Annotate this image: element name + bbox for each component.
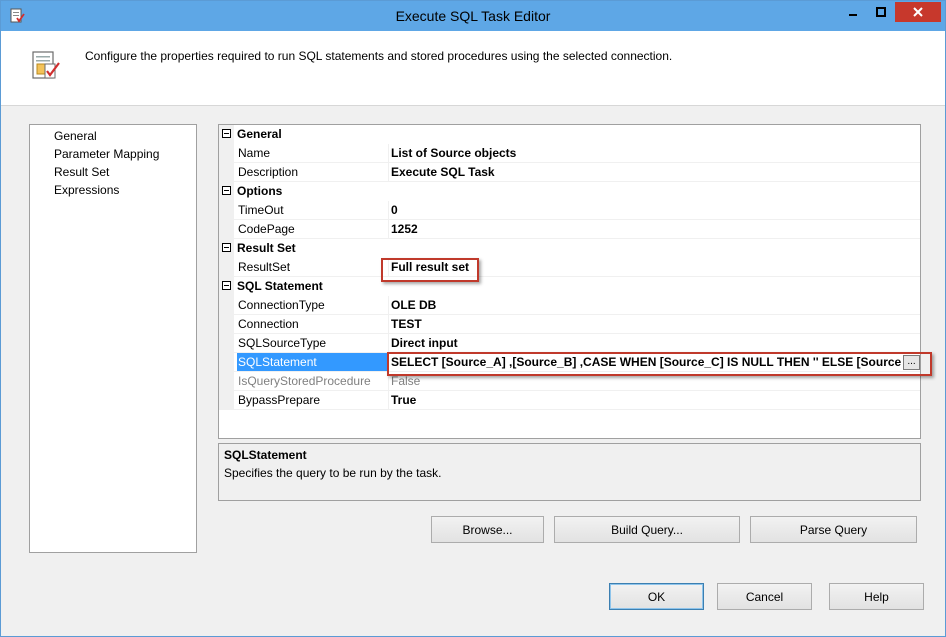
property-value[interactable]: 0 [391,201,398,220]
property-row-sql-source-type[interactable]: SQLSourceType Direct input [219,334,920,353]
row-gutter [219,296,234,315]
property-row-connection-type[interactable]: ConnectionType OLE DB [219,296,920,315]
property-name: ConnectionType [238,298,325,312]
nav-item-parameter-mapping[interactable]: Parameter Mapping [54,145,159,163]
row-gutter [219,334,234,353]
category-label: General [237,127,282,141]
cell-separator [388,334,389,353]
row-gutter [219,391,234,410]
category-general[interactable]: General [219,125,920,144]
cell-separator [388,144,389,163]
collapse-icon[interactable] [222,281,231,290]
cell-separator [388,391,389,410]
nav-item-expressions[interactable]: Expressions [54,181,119,199]
nav-item-general[interactable]: General [54,127,97,145]
property-grid: General Name List of Source objects Desc… [218,124,932,439]
property-value[interactable]: Execute SQL Task [391,163,495,182]
category-result-set[interactable]: Result Set [219,239,920,258]
parse-query-button[interactable]: Parse Query [750,516,917,543]
close-icon [913,7,923,17]
build-query-button[interactable]: Build Query... [554,516,740,543]
property-name: SQLStatement [237,353,388,372]
property-value[interactable]: True [391,391,416,410]
minimize-button[interactable] [839,2,867,22]
property-row-timeout[interactable]: TimeOut 0 [219,201,920,220]
resultset-highlight [381,258,479,282]
cell-separator [388,163,389,182]
property-name: SQLSourceType [238,336,327,350]
property-name: CodePage [238,222,295,236]
category-label: Options [237,184,283,198]
property-value[interactable]: 1252 [391,220,418,239]
row-gutter [219,258,234,277]
collapse-icon[interactable] [222,129,231,138]
property-row-description[interactable]: Description Execute SQL Task [219,163,920,182]
category-options[interactable]: Options [219,182,920,201]
ok-button[interactable]: OK [609,583,704,610]
property-value[interactable]: OLE DB [391,296,436,315]
window-title: Execute SQL Task Editor [395,8,551,24]
cell-separator [388,296,389,315]
dialog-header: Configure the properties required to run… [1,31,945,105]
category-label: SQL Statement [237,279,323,293]
property-value[interactable]: TEST [391,315,422,334]
nav-item-result-set[interactable]: Result Set [54,163,109,181]
cancel-button[interactable]: Cancel [717,583,812,610]
property-row-codepage[interactable]: CodePage 1252 [219,220,920,239]
property-name: BypassPrepare [238,393,321,407]
property-description-panel: SQLStatement Specifies the query to be r… [218,443,921,501]
row-gutter [219,220,234,239]
cell-separator [388,315,389,334]
property-row-bypass-prepare[interactable]: BypassPrepare True [219,391,920,410]
row-gutter [219,144,234,163]
row-gutter [219,163,234,182]
help-button[interactable]: Help [829,583,924,610]
description-title: SQLStatement [224,448,307,462]
close-button[interactable] [895,2,941,22]
header-description: Configure the properties required to run… [85,49,673,63]
property-value[interactable]: List of Source objects [391,144,516,163]
title-bar[interactable]: Execute SQL Task Editor [1,1,945,31]
minimize-icon [849,14,857,16]
row-gutter [219,353,234,372]
row-gutter [219,201,234,220]
row-gutter [219,372,234,391]
property-name: IsQueryStoredProcedure [238,374,371,388]
collapse-icon[interactable] [222,186,231,195]
property-row-resultset[interactable]: ResultSet Full result set [219,258,920,277]
property-name: Connection [238,317,299,331]
maximize-button[interactable] [867,2,895,22]
sql-task-icon [32,51,60,79]
property-row-connection[interactable]: Connection TEST [219,315,920,334]
row-divider [234,409,920,410]
property-row-name[interactable]: Name List of Source objects [219,144,920,163]
property-value[interactable]: Direct input [391,334,458,353]
property-name: TimeOut [238,203,284,217]
property-name: Description [238,165,299,179]
page-navigation: General Parameter Mapping Result Set Exp… [29,124,197,553]
maximize-icon [876,7,886,17]
cell-separator [388,220,389,239]
browse-button[interactable]: Browse... [431,516,544,543]
property-name: ResultSet [238,260,291,274]
category-sql-statement[interactable]: SQL Statement [219,277,920,296]
category-label: Result Set [237,241,296,255]
collapse-icon[interactable] [222,243,231,252]
dialog-window: Execute SQL Task Editor Configure the pr… [0,0,946,637]
row-gutter [219,315,234,334]
cell-separator [388,201,389,220]
description-text: Specifies the query to be run by the tas… [224,466,442,480]
property-name: Name [238,146,271,160]
sql-statement-highlight [387,352,932,376]
header-divider [1,105,945,106]
